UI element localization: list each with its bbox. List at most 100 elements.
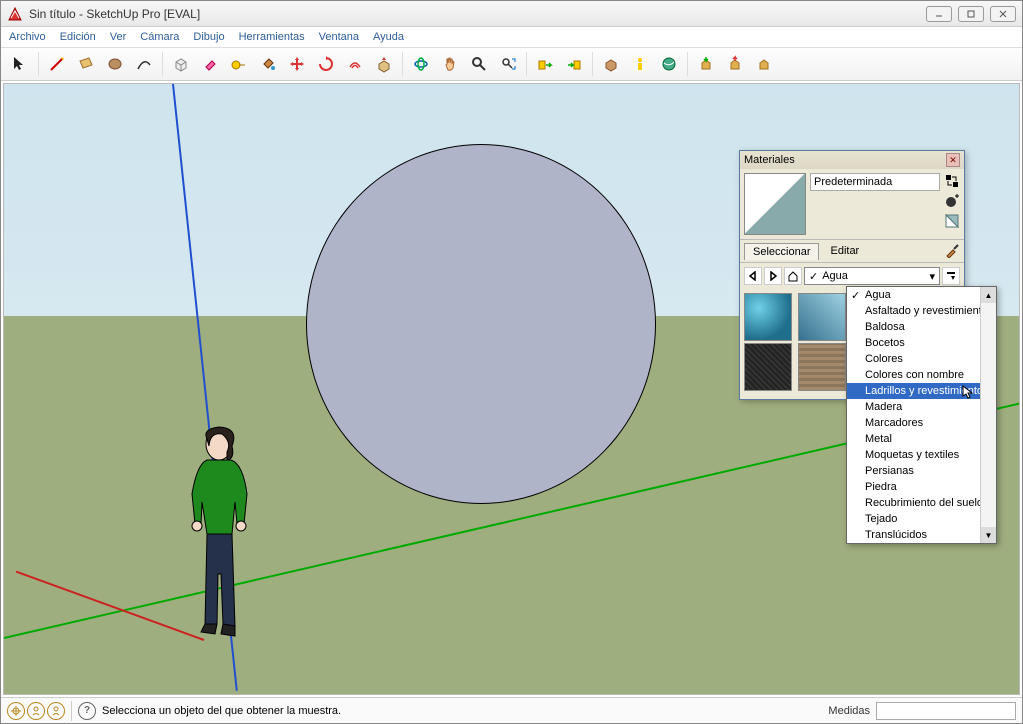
default-material-button[interactable] — [944, 213, 960, 229]
dropdown-item[interactable]: Colores con nombre — [847, 367, 980, 383]
scroll-track[interactable] — [981, 303, 996, 527]
minimize-button[interactable] — [926, 6, 952, 22]
menubar: Archivo Edición Ver Cámara Dibujo Herram… — [1, 27, 1022, 47]
materials-category-combo[interactable]: ✓ Agua ▾ — [804, 267, 940, 285]
scroll-down-button[interactable]: ▼ — [981, 527, 996, 543]
google-earth-tool[interactable] — [656, 51, 682, 77]
window-buttons — [926, 6, 1016, 22]
statusbar-hint: Selecciona un objeto del que obtener la … — [102, 705, 822, 717]
toolbar-separator — [38, 52, 39, 76]
dropdown-item[interactable]: Agua — [847, 287, 980, 303]
menu-camara[interactable]: Cámara — [140, 31, 179, 43]
orbit-tool[interactable] — [408, 51, 434, 77]
dropdown-item[interactable]: Madera — [847, 399, 980, 415]
eraser-tool[interactable] — [197, 51, 223, 77]
dropdown-item[interactable]: Asfaltado y revestimientos — [847, 303, 980, 319]
app-icon — [7, 6, 23, 22]
select-tool[interactable] — [7, 51, 33, 77]
help-icon[interactable]: ? — [78, 702, 96, 720]
claim-credit-icon[interactable] — [47, 702, 65, 720]
zoom-tool[interactable] — [466, 51, 492, 77]
sample-paint-button[interactable] — [944, 243, 960, 259]
dropdown-item[interactable]: Translúcidos — [847, 527, 980, 543]
materials-tabs: Seleccionar Editar — [740, 239, 964, 263]
dropdown-item[interactable]: Piedra — [847, 479, 980, 495]
materials-forward-button[interactable] — [764, 267, 782, 285]
dropdown-item[interactable]: Recubrimiento del suelo — [847, 495, 980, 511]
menu-dibujo[interactable]: Dibujo — [193, 31, 224, 43]
display-secondary-pane-button[interactable] — [944, 173, 960, 189]
share-model-tool[interactable] — [751, 51, 777, 77]
app-window: Sin título - SketchUp Pro [EVAL] Archivo… — [0, 0, 1023, 724]
materials-home-button[interactable] — [784, 267, 802, 285]
materials-panel-close-button[interactable]: ✕ — [946, 153, 960, 167]
toolbar-separator — [592, 52, 593, 76]
next-view-tool[interactable] — [561, 51, 587, 77]
warehouse-upload-tool[interactable] — [722, 51, 748, 77]
drawn-circle — [306, 144, 656, 504]
material-name-input[interactable] — [810, 173, 940, 191]
material-thumbnail[interactable] — [744, 293, 792, 341]
dropdown-item[interactable]: Metal — [847, 431, 980, 447]
menu-edicion[interactable]: Edición — [60, 31, 96, 43]
dropdown-item[interactable]: Baldosa — [847, 319, 980, 335]
line-tool[interactable] — [44, 51, 70, 77]
toolbar-separator — [402, 52, 403, 76]
material-thumbnail[interactable] — [744, 343, 792, 391]
rectangle-tool[interactable] — [73, 51, 99, 77]
circle-tool[interactable] — [102, 51, 128, 77]
menu-ayuda[interactable]: Ayuda — [373, 31, 404, 43]
make-component-tool[interactable] — [168, 51, 194, 77]
close-button[interactable] — [990, 6, 1016, 22]
materials-back-button[interactable] — [744, 267, 762, 285]
maximize-button[interactable] — [958, 6, 984, 22]
warehouse-download-tool[interactable] — [693, 51, 719, 77]
get-models-tool[interactable] — [598, 51, 624, 77]
dropdown-item[interactable]: Tejado — [847, 511, 980, 527]
cursor-icon — [962, 385, 974, 399]
dropdown-scrollbar[interactable]: ▲ ▼ — [980, 287, 996, 543]
geolocation-icon[interactable] — [7, 702, 25, 720]
measurements-input[interactable] — [876, 702, 1016, 720]
place-person-tool[interactable] — [627, 51, 653, 77]
material-thumbnail[interactable] — [798, 293, 846, 341]
dropdown-item[interactable]: Colores — [847, 351, 980, 367]
zoom-extents-tool[interactable] — [495, 51, 521, 77]
pan-tool[interactable] — [437, 51, 463, 77]
dropdown-item[interactable]: Bocetos — [847, 335, 980, 351]
window-title: Sin título - SketchUp Pro [EVAL] — [29, 7, 926, 21]
dropdown-item[interactable]: Moquetas y textiles — [847, 447, 980, 463]
viewport[interactable]: Materiales ✕ Seleccionar Editar — [3, 83, 1020, 695]
dropdown-item[interactable]: Marcadores — [847, 415, 980, 431]
credits-icon[interactable] — [27, 702, 45, 720]
menu-archivo[interactable]: Archivo — [9, 31, 46, 43]
rotate-tool[interactable] — [313, 51, 339, 77]
material-thumbnail[interactable] — [798, 343, 846, 391]
arc-tool[interactable] — [131, 51, 157, 77]
material-preview-swatch[interactable] — [744, 173, 806, 235]
previous-view-tool[interactable] — [532, 51, 558, 77]
menu-ventana[interactable]: Ventana — [319, 31, 359, 43]
move-tool[interactable] — [284, 51, 310, 77]
menu-herramientas[interactable]: Herramientas — [239, 31, 305, 43]
push-pull-tool[interactable] — [371, 51, 397, 77]
toolbar-separator — [687, 52, 688, 76]
statusbar: ? Selecciona un objeto del que obtener l… — [1, 697, 1022, 723]
paint-bucket-tool[interactable] — [255, 51, 281, 77]
create-material-button[interactable] — [944, 193, 960, 209]
materials-menu-button[interactable] — [942, 267, 960, 285]
menu-ver[interactable]: Ver — [110, 31, 127, 43]
statusbar-icons — [7, 702, 65, 720]
dropdown-item[interactable]: Ladrillos y revestimientos — [847, 383, 980, 399]
offset-tool[interactable] — [342, 51, 368, 77]
toolbar-separator — [162, 52, 163, 76]
tab-seleccionar[interactable]: Seleccionar — [744, 243, 819, 260]
scroll-up-button[interactable]: ▲ — [981, 287, 996, 303]
dropdown-item[interactable]: Persianas — [847, 463, 980, 479]
check-icon: ✓ — [809, 270, 818, 283]
materials-panel-titlebar[interactable]: Materiales ✕ — [740, 151, 964, 169]
scale-figure — [177, 424, 267, 654]
tab-editar[interactable]: Editar — [821, 242, 868, 260]
materials-side-controls — [944, 173, 960, 235]
tape-measure-tool[interactable] — [226, 51, 252, 77]
